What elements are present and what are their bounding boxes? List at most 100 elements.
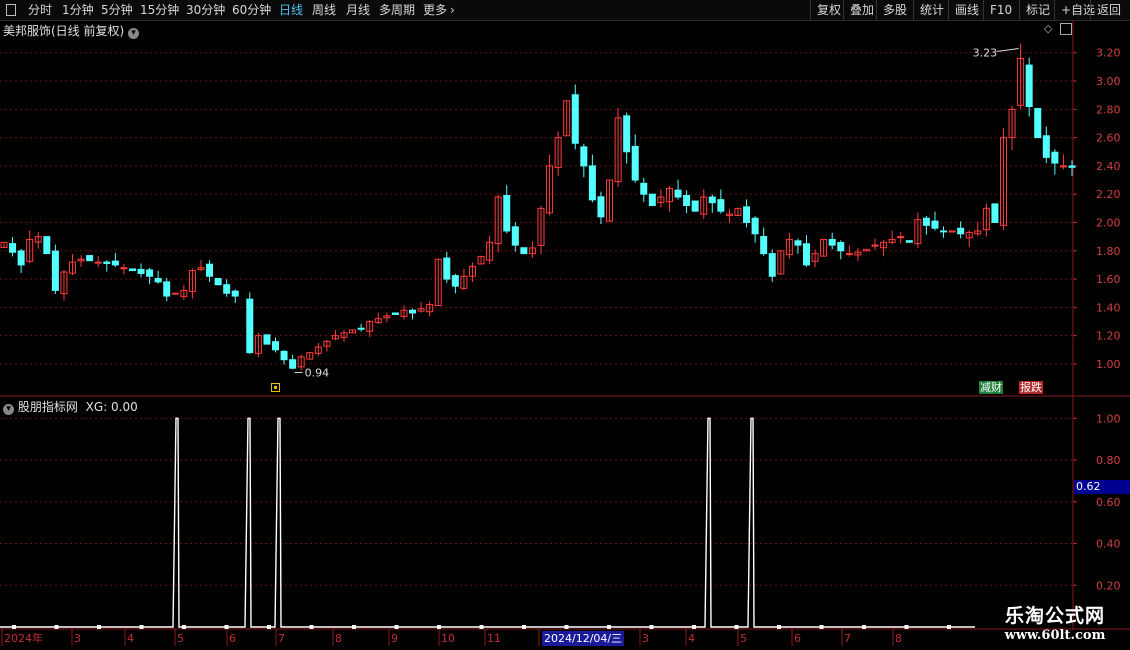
- candle-body: [128, 268, 136, 272]
- candle-body: [511, 226, 519, 246]
- xg-point-marker: [607, 625, 611, 629]
- candle-body: [828, 238, 836, 246]
- candle-body: [86, 255, 94, 262]
- candle-body: [272, 341, 279, 351]
- main-ytick-label: 1.20: [1096, 330, 1121, 343]
- candle-body: [111, 260, 119, 266]
- indicator-panel-title: ▾ 股朋指标网 XG: 0.00: [3, 398, 138, 415]
- candle-body: [1059, 165, 1067, 168]
- chevron-down-icon[interactable]: ▾: [3, 404, 14, 415]
- candle-body: [357, 327, 365, 330]
- candle-body: [871, 244, 879, 247]
- candle-body: [214, 278, 222, 286]
- stock-chart: 1.00 1.20 1.40 1.60 1.80 2.00 2.20 2.40 2.60 2.80…: [0, 20, 1130, 646]
- indicator-series-label: XG: 0.00: [85, 400, 138, 414]
- main-ytick-label: 2.40: [1096, 160, 1121, 173]
- candle-body: [223, 284, 231, 294]
- xaxis-label: 8: [895, 632, 902, 645]
- high-price-label: 3.23: [973, 46, 998, 59]
- candle-body: [1068, 165, 1076, 168]
- candle-body: [154, 278, 162, 283]
- candle-body: [146, 269, 154, 277]
- main-ytick-label: 3.20: [1096, 47, 1121, 60]
- candle-body: [931, 220, 939, 229]
- candle-body: [17, 250, 25, 266]
- candle-body: [163, 281, 171, 297]
- xaxis-label: 8: [335, 632, 342, 645]
- low-marker-icon: [271, 383, 280, 392]
- stock-title: 美邦服饰(日线 前复权): [3, 24, 125, 38]
- candle-body: [957, 227, 965, 235]
- badge-baodie[interactable]: 报跌: [1019, 381, 1043, 394]
- candle-body: [137, 268, 145, 274]
- badge-jiancai[interactable]: 减财: [979, 381, 1003, 394]
- main-ytick-label: 1.60: [1096, 273, 1121, 286]
- candle-body: [1042, 135, 1050, 158]
- main-ytick-label: 3.00: [1096, 75, 1121, 88]
- candle-body: [206, 263, 214, 277]
- candle-body: [691, 200, 699, 212]
- candle-body: [991, 203, 999, 223]
- main-ytick-label: 2.00: [1096, 216, 1121, 229]
- xaxis-label: 5: [740, 632, 747, 645]
- candle-body: [674, 189, 682, 198]
- candle-body: [503, 194, 511, 232]
- candle-body: [1025, 64, 1033, 107]
- xg-point-marker: [734, 625, 739, 629]
- watermark: 乐淘公式网 www.60lt.com: [985, 604, 1125, 648]
- candle-body: [443, 257, 451, 280]
- xg-series-line: [0, 417, 975, 628]
- xg-point-marker: [352, 625, 356, 629]
- candle-body: [263, 334, 271, 345]
- xaxis-label: 11: [487, 632, 501, 645]
- xaxis-label: 3: [642, 632, 649, 645]
- main-ytick-label: 1.40: [1096, 301, 1121, 314]
- xg-point-marker: [54, 625, 59, 629]
- candle-body: [1051, 151, 1059, 164]
- xg-point-marker: [224, 625, 229, 629]
- candle-body: [640, 182, 648, 195]
- main-ytick-label: 2.20: [1096, 188, 1121, 201]
- candle-body: [451, 275, 459, 287]
- candle-body: [794, 240, 802, 246]
- indicator-ytick-label: 0.40: [1096, 538, 1121, 551]
- candle-body: [623, 115, 631, 153]
- xaxis-label: 6: [229, 632, 236, 645]
- candle-body: [760, 236, 768, 255]
- main-ytick-label: 2.80: [1096, 103, 1121, 116]
- candle-body: [948, 230, 956, 233]
- xg-point-marker: [819, 625, 824, 629]
- xg-point-marker: [394, 625, 399, 629]
- chevron-down-icon[interactable]: ▾: [128, 28, 140, 39]
- indicator-ytick-label: 0.80: [1096, 454, 1121, 467]
- xg-point-marker: [564, 625, 569, 629]
- xaxis-label: 10: [441, 632, 455, 645]
- xg-point-marker: [309, 625, 314, 629]
- candle-body: [280, 350, 288, 361]
- candle-body: [845, 253, 853, 256]
- xaxis-label: 2024年: [4, 631, 43, 645]
- xg-point-marker: [904, 625, 909, 629]
- xaxis-label: 4: [127, 632, 134, 645]
- xaxis-label: 6: [794, 632, 801, 645]
- candle-body: [246, 298, 254, 354]
- watermark-url: www.60lt.com: [1004, 628, 1106, 643]
- main-ytick-label: 1.80: [1096, 245, 1121, 258]
- xaxis-label: 5: [177, 632, 184, 645]
- indicator-ytick-label: 0.60: [1096, 496, 1121, 509]
- main-ytick-label: 1.00: [1096, 358, 1121, 371]
- panel-toggle-icon[interactable]: [1060, 23, 1072, 35]
- diamond-icon[interactable]: ◇: [1044, 22, 1052, 35]
- candle-body: [409, 309, 417, 314]
- candle-body: [922, 217, 930, 226]
- candle-body: [1034, 107, 1042, 139]
- candle-body: [120, 267, 128, 270]
- candle-body: [631, 145, 639, 181]
- xg-point-marker: [139, 625, 144, 629]
- candle-body: [940, 230, 948, 233]
- xg-point-marker: [947, 625, 951, 629]
- candle-body: [391, 312, 399, 315]
- xaxis-label: 3: [74, 632, 81, 645]
- candle-body: [51, 250, 59, 291]
- cursor-date-label: 2024/12/04/三: [542, 631, 625, 646]
